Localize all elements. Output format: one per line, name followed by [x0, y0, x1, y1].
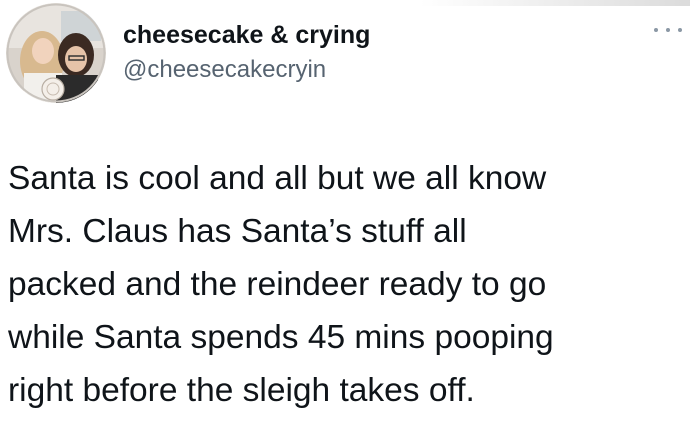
- avatar[interactable]: [6, 3, 106, 103]
- tweet-text-line: Mrs. Claus has Santa’s stuff all: [8, 213, 467, 250]
- tweet-text-line: right before the sleigh takes off.: [8, 372, 475, 409]
- profile-photo-icon: [6, 3, 106, 103]
- cropped-edge: [420, 0, 690, 6]
- dot: [678, 28, 682, 32]
- dot: [654, 28, 658, 32]
- dot: [666, 28, 670, 32]
- tweet-text: Santa is cool and all but we all know Mr…: [8, 152, 696, 417]
- tweet-text-line: Santa is cool and all but we all know: [8, 160, 547, 197]
- tweet-card: cheesecake & crying @cheesecakecryin San…: [0, 0, 700, 425]
- tweet-text-line: while Santa spends 45 mins pooping: [8, 319, 554, 356]
- more-options-icon[interactable]: [654, 22, 682, 38]
- display-name[interactable]: cheesecake & crying: [123, 18, 370, 52]
- tweet-header: cheesecake & crying @cheesecakecryin: [123, 18, 370, 86]
- user-handle[interactable]: @cheesecakecryin: [123, 54, 370, 86]
- tweet-text-line: packed and the reindeer ready to go: [8, 266, 547, 303]
